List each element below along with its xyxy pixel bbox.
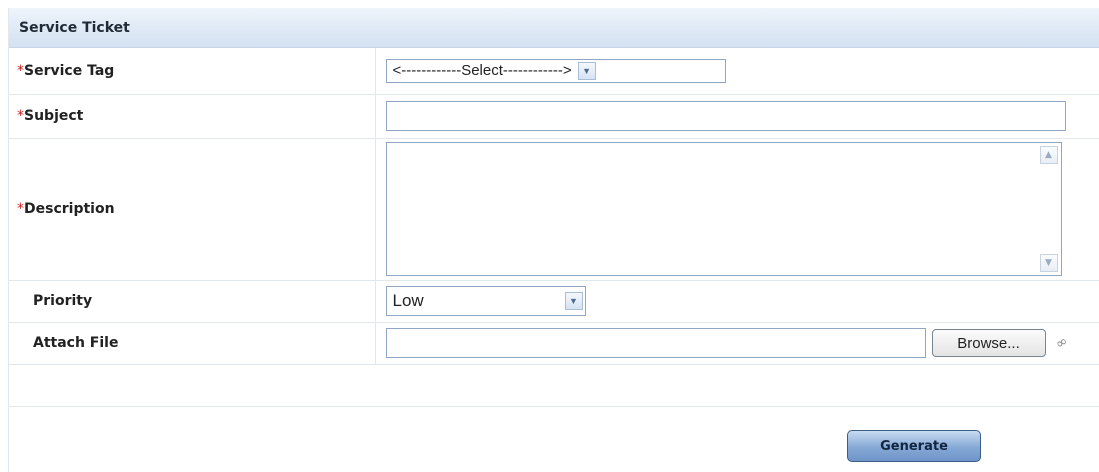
subject-field-cell	[375, 94, 1099, 139]
priority-label: Priority	[33, 293, 93, 309]
subject-input[interactable]	[385, 101, 1066, 131]
attach-file-label-cell: Attach File	[9, 322, 376, 365]
subject-row: *Subject	[9, 94, 1099, 139]
description-field-cell: ▲ ▼	[375, 138, 1099, 281]
service-tag-label: Service Tag	[24, 62, 115, 79]
attach-file-row: Attach File Browse... ∞	[9, 322, 1099, 365]
description-scrollbar[interactable]: ▲ ▼	[1036, 143, 1061, 275]
attach-file-control: Browse... ∞	[385, 328, 1099, 358]
service-tag-field-cell: <------------Select------------> ▼	[375, 48, 1099, 95]
panel-header: Service Ticket	[9, 8, 1099, 48]
description-textarea-box: ▲ ▼	[385, 142, 1062, 276]
service-tag-selected-value: <------------Select------------>	[392, 62, 572, 80]
required-marker: *	[17, 201, 24, 217]
required-marker: *	[17, 62, 24, 79]
description-label-cell: *Description	[9, 138, 376, 281]
description-label: Description	[24, 201, 115, 217]
chevron-down-icon[interactable]: ▼	[564, 292, 583, 310]
chevron-down-icon[interactable]: ▼	[577, 61, 596, 80]
spacer-row	[9, 364, 1099, 407]
required-marker: *	[17, 108, 24, 124]
priority-selected-value: Low	[392, 291, 424, 310]
attach-file-label: Attach File	[33, 335, 119, 351]
scroll-up-icon[interactable]: ▲	[1039, 146, 1058, 164]
service-ticket-panel: Service Ticket *Service Tag <-----------…	[8, 8, 1099, 472]
priority-field-cell: Low ▼	[375, 280, 1099, 323]
priority-label-cell: Priority	[9, 280, 376, 323]
ticket-form: *Service Tag <------------Select--------…	[9, 48, 1099, 407]
attach-file-field-cell: Browse... ∞	[375, 322, 1099, 365]
paperclip-icon[interactable]: ∞	[1052, 333, 1070, 353]
generate-button[interactable]: Generate	[847, 430, 981, 462]
spacer-cell	[9, 364, 1099, 407]
description-textarea[interactable]	[386, 143, 1037, 275]
subject-label: Subject	[24, 108, 84, 124]
browse-button[interactable]: Browse...	[931, 329, 1046, 357]
priority-row: Priority Low ▼	[9, 280, 1099, 323]
panel-title: Service Ticket	[19, 19, 130, 36]
subject-label-cell: *Subject	[9, 94, 376, 139]
service-tag-row: *Service Tag <------------Select--------…	[9, 48, 1099, 95]
attach-file-path-input[interactable]	[385, 328, 926, 358]
service-tag-select[interactable]: <------------Select------------> ▼	[385, 58, 726, 83]
description-row: *Description ▲ ▼	[9, 138, 1099, 281]
service-tag-label-cell: *Service Tag	[9, 48, 376, 95]
scroll-down-icon[interactable]: ▼	[1039, 254, 1058, 272]
priority-select[interactable]: Low ▼	[385, 286, 586, 316]
